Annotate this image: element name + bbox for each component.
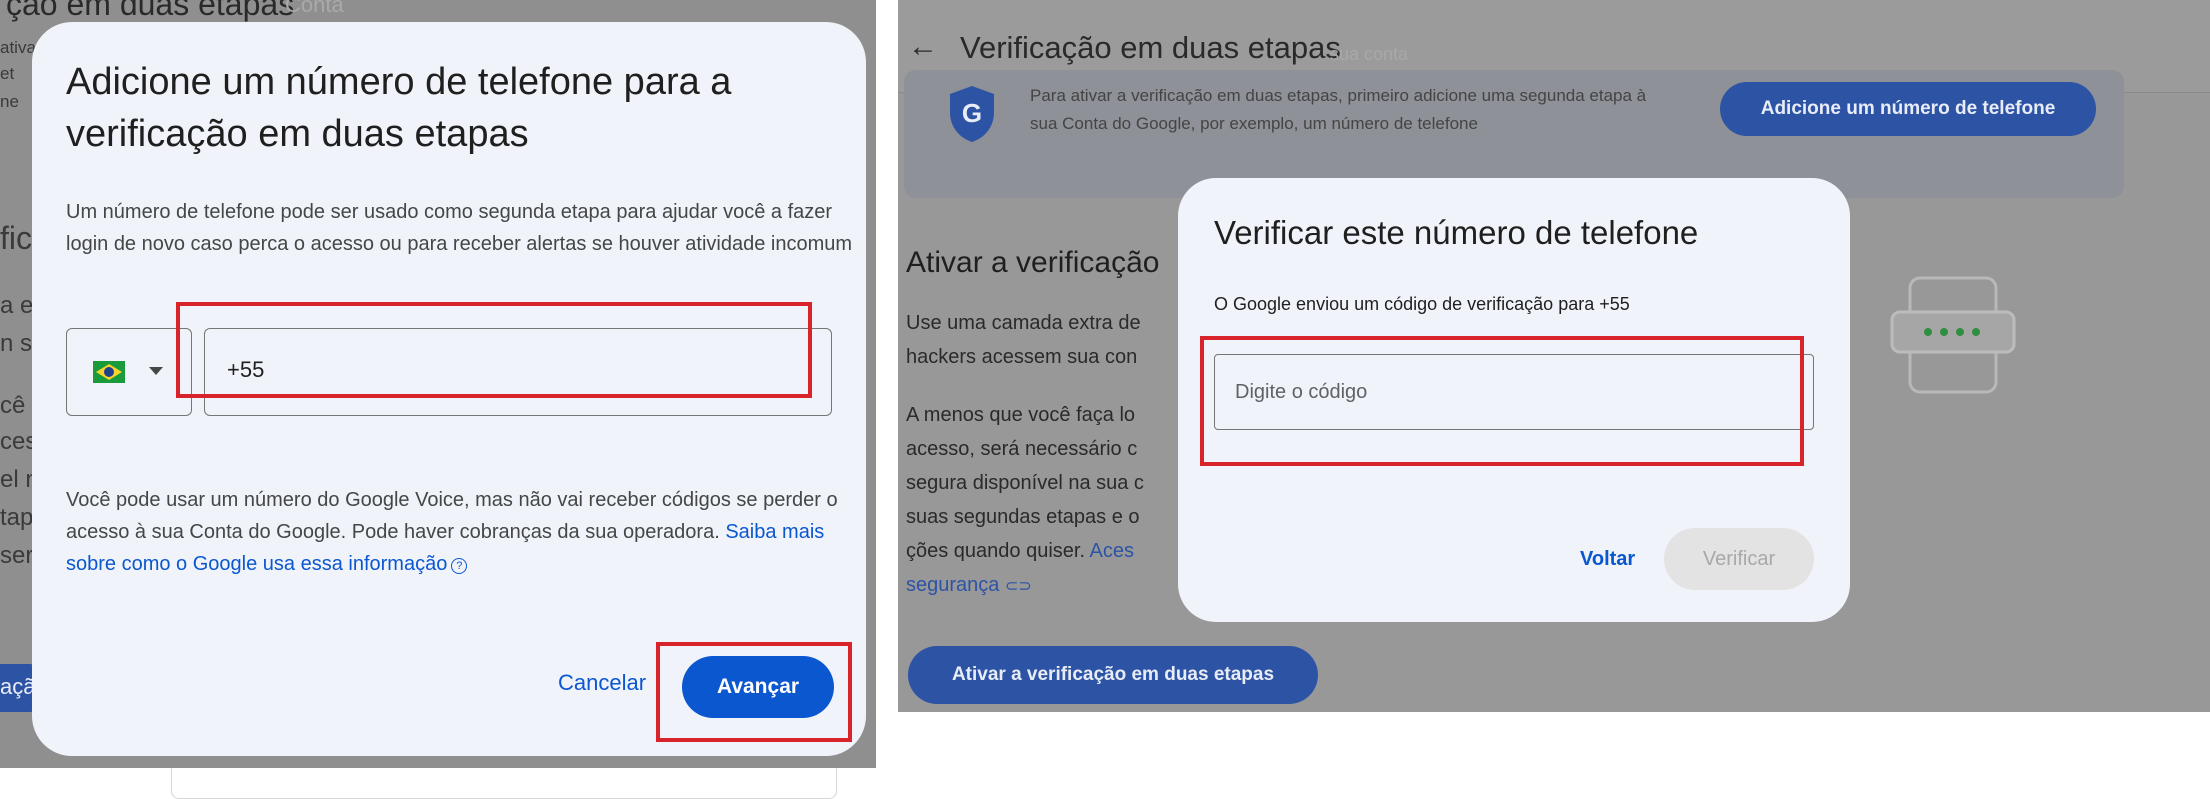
- google-voice-note-text: Você pode usar um número do Google Voice…: [66, 489, 838, 543]
- help-icon[interactable]: ?: [451, 558, 468, 574]
- phone-illustration-icon: [1890, 276, 2016, 394]
- link-icon: ⊂⊃: [1004, 578, 1032, 595]
- background-text-fragment: ativa: [0, 38, 36, 57]
- cancel-button[interactable]: Cancelar: [558, 670, 646, 696]
- enable-two-step-button[interactable]: Ativar a verificação em duas etapas: [908, 646, 1318, 704]
- dialog-title: Adicione um número de telefone para a ve…: [66, 61, 732, 155]
- background-text-fragment: ser: [0, 542, 34, 569]
- background-text-fragment: et: [0, 64, 15, 83]
- background-text-fragment: fic: [0, 220, 32, 256]
- add-phone-button[interactable]: Adicione um número de telefone: [1720, 82, 2096, 136]
- dialog-title: Verificar este número de telefone: [1214, 214, 1699, 251]
- background-text-fragment: a e: [0, 292, 34, 319]
- info-card-text: Para ativar a verificação em duas etapas…: [1030, 86, 1647, 133]
- background-card-bottom: [171, 768, 837, 799]
- dialog-description: Um número de telefone pode ser usado com…: [66, 201, 853, 255]
- chevron-down-icon: [149, 367, 163, 375]
- section-title: Ativar a verificação: [906, 246, 1160, 279]
- background-text-fragment: tap: [0, 504, 34, 531]
- back-button[interactable]: Voltar: [1580, 548, 1635, 571]
- background-enable-button-text: açã: [0, 674, 36, 699]
- country-code-select[interactable]: [66, 328, 192, 416]
- verify-button[interactable]: Verificar: [1664, 528, 1814, 590]
- code-input-highlight-box: [1200, 336, 1804, 466]
- google-voice-note: Você pode usar um número do Google Voice…: [66, 484, 846, 580]
- google-shield-icon: G: [950, 86, 994, 142]
- background-text-fragment: ne: [0, 92, 19, 111]
- background-text-fragment: n s: [0, 330, 33, 357]
- background-page-title-faint: Conta: [285, 0, 344, 17]
- page-title: Verificação em duas etapas: [960, 30, 1341, 65]
- next-button-highlight-box: [656, 642, 852, 742]
- right-screenshot-panel: ← Verificação em duas etapas sua conta G…: [898, 0, 2210, 712]
- left-screenshot-panel: ção em duas etapas Conta ativa et ne fic…: [0, 0, 876, 768]
- svg-text:G: G: [962, 98, 982, 128]
- background-page-title: ção em duas etapas: [6, 0, 295, 22]
- phone-input-highlight-box: [176, 302, 812, 398]
- background-text-fragment: cê: [0, 392, 26, 419]
- section-body-2-text: A menos que você faça lo acesso, será ne…: [906, 404, 1144, 562]
- back-arrow-icon[interactable]: ←: [908, 30, 938, 64]
- section-body-2: A menos que você faça lo acesso, será ne…: [906, 398, 1186, 604]
- dialog-description: O Google enviou um código de verificação…: [1214, 294, 1630, 314]
- section-body: Use uma camada extra de hackers acessem …: [906, 312, 1141, 368]
- brazil-flag-icon: [93, 361, 125, 383]
- page-title-faint: sua conta: [1330, 44, 1409, 64]
